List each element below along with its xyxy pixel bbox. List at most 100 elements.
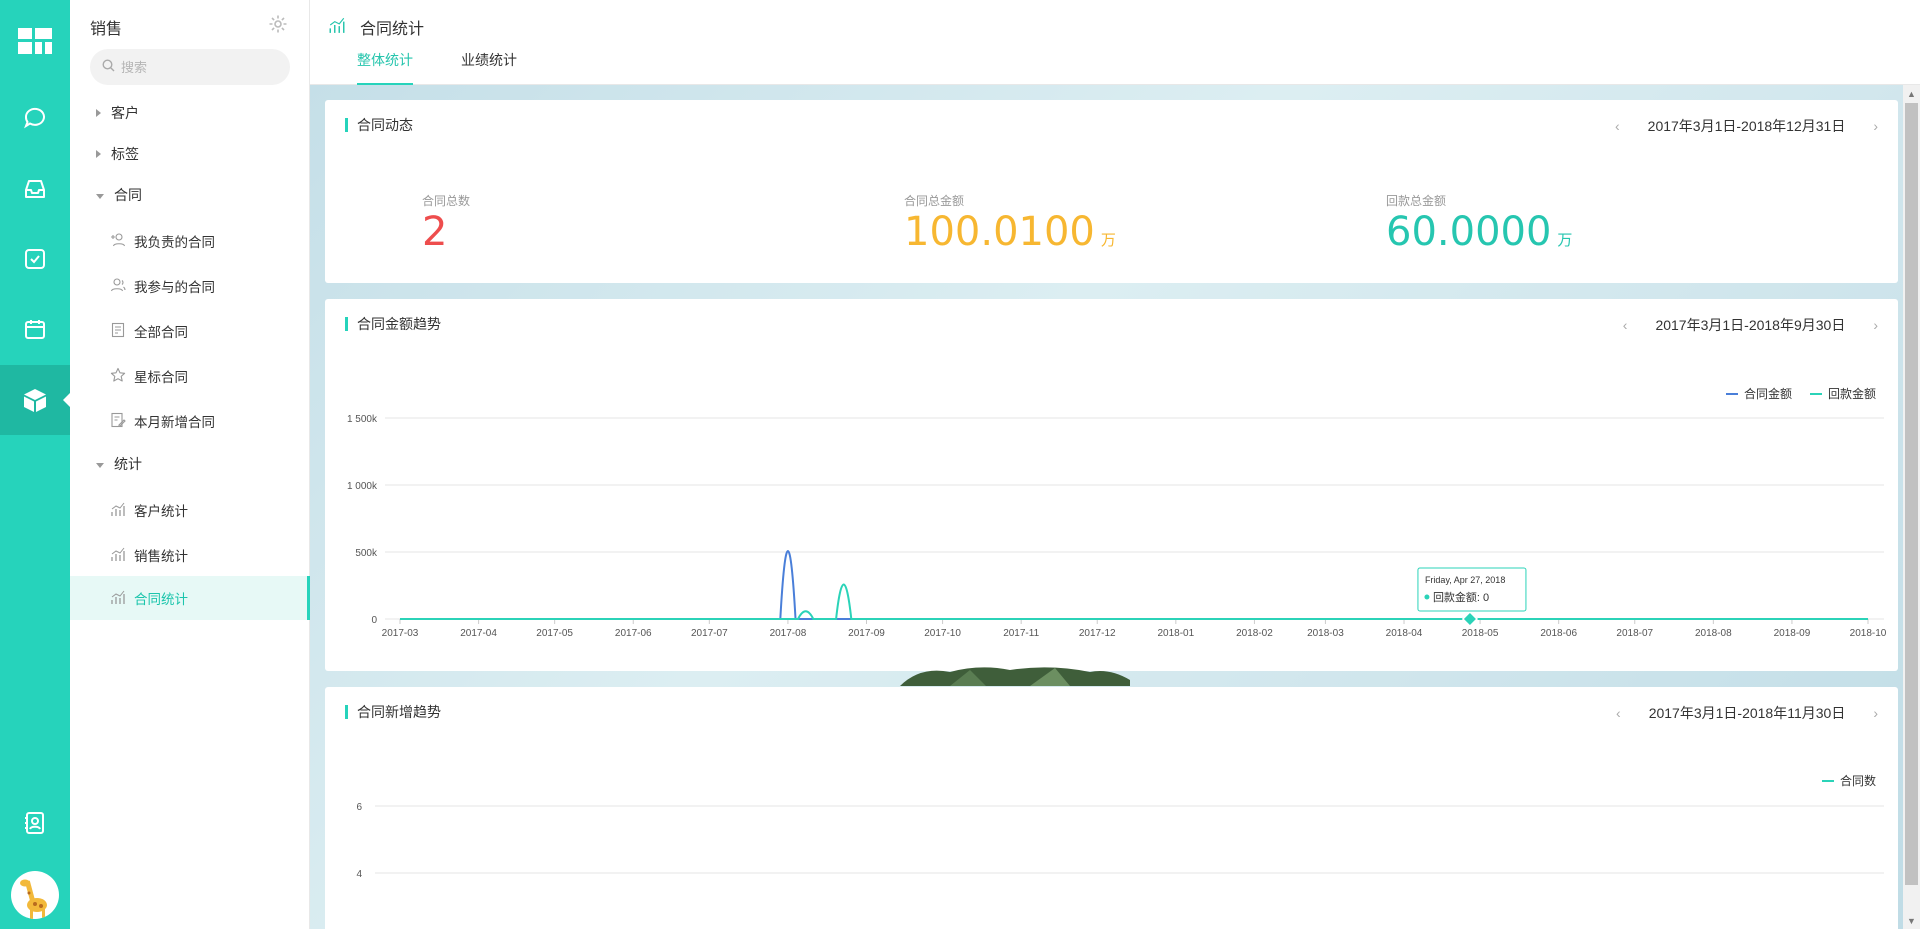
- chevron-right-icon[interactable]: ›: [1867, 118, 1884, 134]
- crm-cube-icon[interactable]: [0, 365, 70, 435]
- x-tick-label: 2018-02: [1236, 628, 1273, 639]
- plant-decoration: [890, 666, 1130, 686]
- sidebar-item-label: 客户统计: [134, 504, 188, 519]
- tree-node-label: 客户: [111, 105, 139, 121]
- stat-label: 合同总数: [422, 194, 471, 208]
- sidebar-item-new-contracts[interactable]: 本月新增合同: [70, 399, 310, 443]
- tree-node-stats[interactable]: 统计: [70, 444, 310, 484]
- x-tick-label: 2017-12: [1079, 628, 1116, 639]
- caret-down-icon: [96, 193, 104, 199]
- y-tick-label: 1 000k: [347, 481, 378, 492]
- x-tick-label: 2018-03: [1307, 628, 1344, 639]
- module-sidebar: 销售 客户 标签 合同 我负责的合同 我参与的合同 全部合同 星标合同 本月新增…: [70, 0, 310, 929]
- tree-node-tags[interactable]: 标签: [70, 134, 310, 174]
- y-tick-label: 4: [356, 869, 362, 880]
- chevron-left-icon[interactable]: ‹: [1609, 118, 1626, 134]
- x-tick-label: 2018-04: [1386, 628, 1423, 639]
- x-tick-label: 2018-10: [1850, 628, 1887, 639]
- document-edit-icon: [110, 412, 134, 431]
- dashboard-icon[interactable]: [0, 6, 70, 76]
- avatar[interactable]: [11, 871, 59, 919]
- search-box: [90, 49, 290, 85]
- series-line: [400, 550, 1868, 620]
- y-tick-label: 6: [356, 802, 362, 813]
- tooltip-marker: [1424, 594, 1430, 600]
- module-title: 销售: [90, 21, 123, 38]
- sidebar-item-all-contracts[interactable]: 全部合同: [70, 309, 310, 353]
- contract-dynamics-card: 合同动态 ‹ 2017年3月1日-2018年12月31日 › 合同总数 2 合同…: [325, 100, 1898, 283]
- star-icon: [110, 367, 134, 386]
- user-plus-icon: [110, 232, 134, 251]
- x-tick-label: 2017-04: [460, 628, 497, 639]
- stat-value: 100.0100 万: [904, 209, 1116, 255]
- new-trend-chart[interactable]: 46: [325, 687, 1898, 929]
- sidebar-item-sales-stats[interactable]: 销售统计: [70, 533, 310, 577]
- page-title: 合同统计: [360, 21, 425, 38]
- sidebar-item-participated-contracts[interactable]: 我参与的合同: [70, 264, 310, 308]
- sidebar-item-label: 合同统计: [134, 592, 188, 607]
- card-title: 合同动态: [345, 118, 413, 132]
- bar-chart-icon: [110, 546, 134, 565]
- main-content: 合同统计 整体统计 业绩统计 合同动态 ‹ 2017年3月1日-2018年12月…: [310, 0, 1920, 929]
- sidebar-item-customer-stats[interactable]: 客户统计: [70, 488, 310, 532]
- stat-payment-amount: 回款总金额 60.0000 万: [1386, 192, 1572, 263]
- sidebar-item-label: 销售统计: [134, 549, 188, 564]
- y-tick-label: 0: [371, 615, 377, 626]
- bar-chart-icon: [110, 501, 134, 520]
- sidebar-item-starred-contracts[interactable]: 星标合同: [70, 354, 310, 398]
- x-tick-label: 2018-01: [1157, 628, 1194, 639]
- chat-icon[interactable]: [0, 83, 70, 153]
- amount-trend-chart[interactable]: 0 500k 1 000k 1 500k 2017-03 2017-04 2017-05 20…: [325, 299, 1898, 671]
- sidebar-item-label: 我负责的合同: [134, 235, 215, 250]
- x-tick-label: 2018-09: [1774, 628, 1811, 639]
- chart-tooltip: Friday, Apr 27, 2018 回款金额: 0: [1417, 567, 1527, 612]
- tab-performance-stats[interactable]: 业绩统计: [461, 50, 517, 85]
- stat-contract-count: 合同总数 2: [422, 192, 470, 255]
- tree-node-customer[interactable]: 客户: [70, 93, 310, 133]
- y-tick-label: 1 500k: [347, 414, 378, 425]
- sidebar-item-label: 全部合同: [134, 325, 188, 340]
- stat-label: 回款总金额: [1386, 194, 1447, 208]
- date-range: ‹ 2017年3月1日-2018年12月31日 ›: [1609, 116, 1884, 136]
- contract-amount-trend-card: 合同金额趋势 ‹ 2017年3月1日-2018年9月30日 › 合同金额 回款金…: [325, 299, 1898, 671]
- x-tick-label: 2018-08: [1695, 628, 1732, 639]
- caret-right-icon: [96, 109, 101, 117]
- stat-value: 2: [422, 209, 448, 255]
- tab-overall-stats[interactable]: 整体统计: [357, 50, 413, 85]
- tree-node-contract[interactable]: 合同: [70, 175, 310, 215]
- tree-node-label: 标签: [111, 146, 139, 162]
- task-icon[interactable]: [0, 224, 70, 294]
- x-tick-label: 2018-07: [1616, 628, 1653, 639]
- sidebar-item-label: 星标合同: [134, 370, 188, 385]
- contacts-icon[interactable]: [0, 788, 70, 858]
- scrollbar-thumb[interactable]: [1905, 103, 1918, 885]
- tooltip-value: 回款金额: 0: [1433, 590, 1489, 604]
- tree-node-label: 合同: [114, 187, 142, 203]
- icon-rail: [0, 0, 70, 929]
- series-line: [400, 583, 1868, 620]
- scroll-down-icon[interactable]: ▼: [1903, 912, 1920, 929]
- user-group-icon: [110, 277, 134, 296]
- contract-new-trend-card: 合同新增趋势 ‹ 2017年3月1日-2018年11月30日 › 合同数 46: [325, 687, 1898, 929]
- tree-node-label: 统计: [114, 456, 142, 472]
- calendar-icon[interactable]: [0, 294, 70, 364]
- x-tick-label: 2017-05: [536, 628, 573, 639]
- gear-icon[interactable]: [268, 14, 288, 37]
- sidebar-item-contract-stats[interactable]: 合同统计: [70, 576, 310, 620]
- inbox-icon[interactable]: [0, 154, 70, 224]
- vertical-scrollbar[interactable]: ▲ ▼: [1903, 85, 1920, 929]
- sidebar-item-my-contracts[interactable]: 我负责的合同: [70, 219, 310, 263]
- x-tick-label: 2018-05: [1462, 628, 1499, 639]
- search-input[interactable]: [121, 59, 281, 75]
- x-tick-label: 2017-07: [691, 628, 728, 639]
- stat-value: 60.0000 万: [1386, 209, 1573, 255]
- x-tick-label: 2017-06: [615, 628, 652, 639]
- date-range-text[interactable]: 2017年3月1日-2018年12月31日: [1648, 116, 1846, 136]
- x-tick-label: 2017-08: [770, 628, 807, 639]
- tooltip-date: Friday, Apr 27, 2018: [1425, 575, 1505, 585]
- y-tick-label: 500k: [355, 548, 378, 559]
- x-tick-label: 2017-10: [924, 628, 961, 639]
- bar-chart-icon: [110, 589, 134, 608]
- sidebar-item-label: 我参与的合同: [134, 280, 215, 295]
- scroll-up-icon[interactable]: ▲: [1903, 85, 1920, 102]
